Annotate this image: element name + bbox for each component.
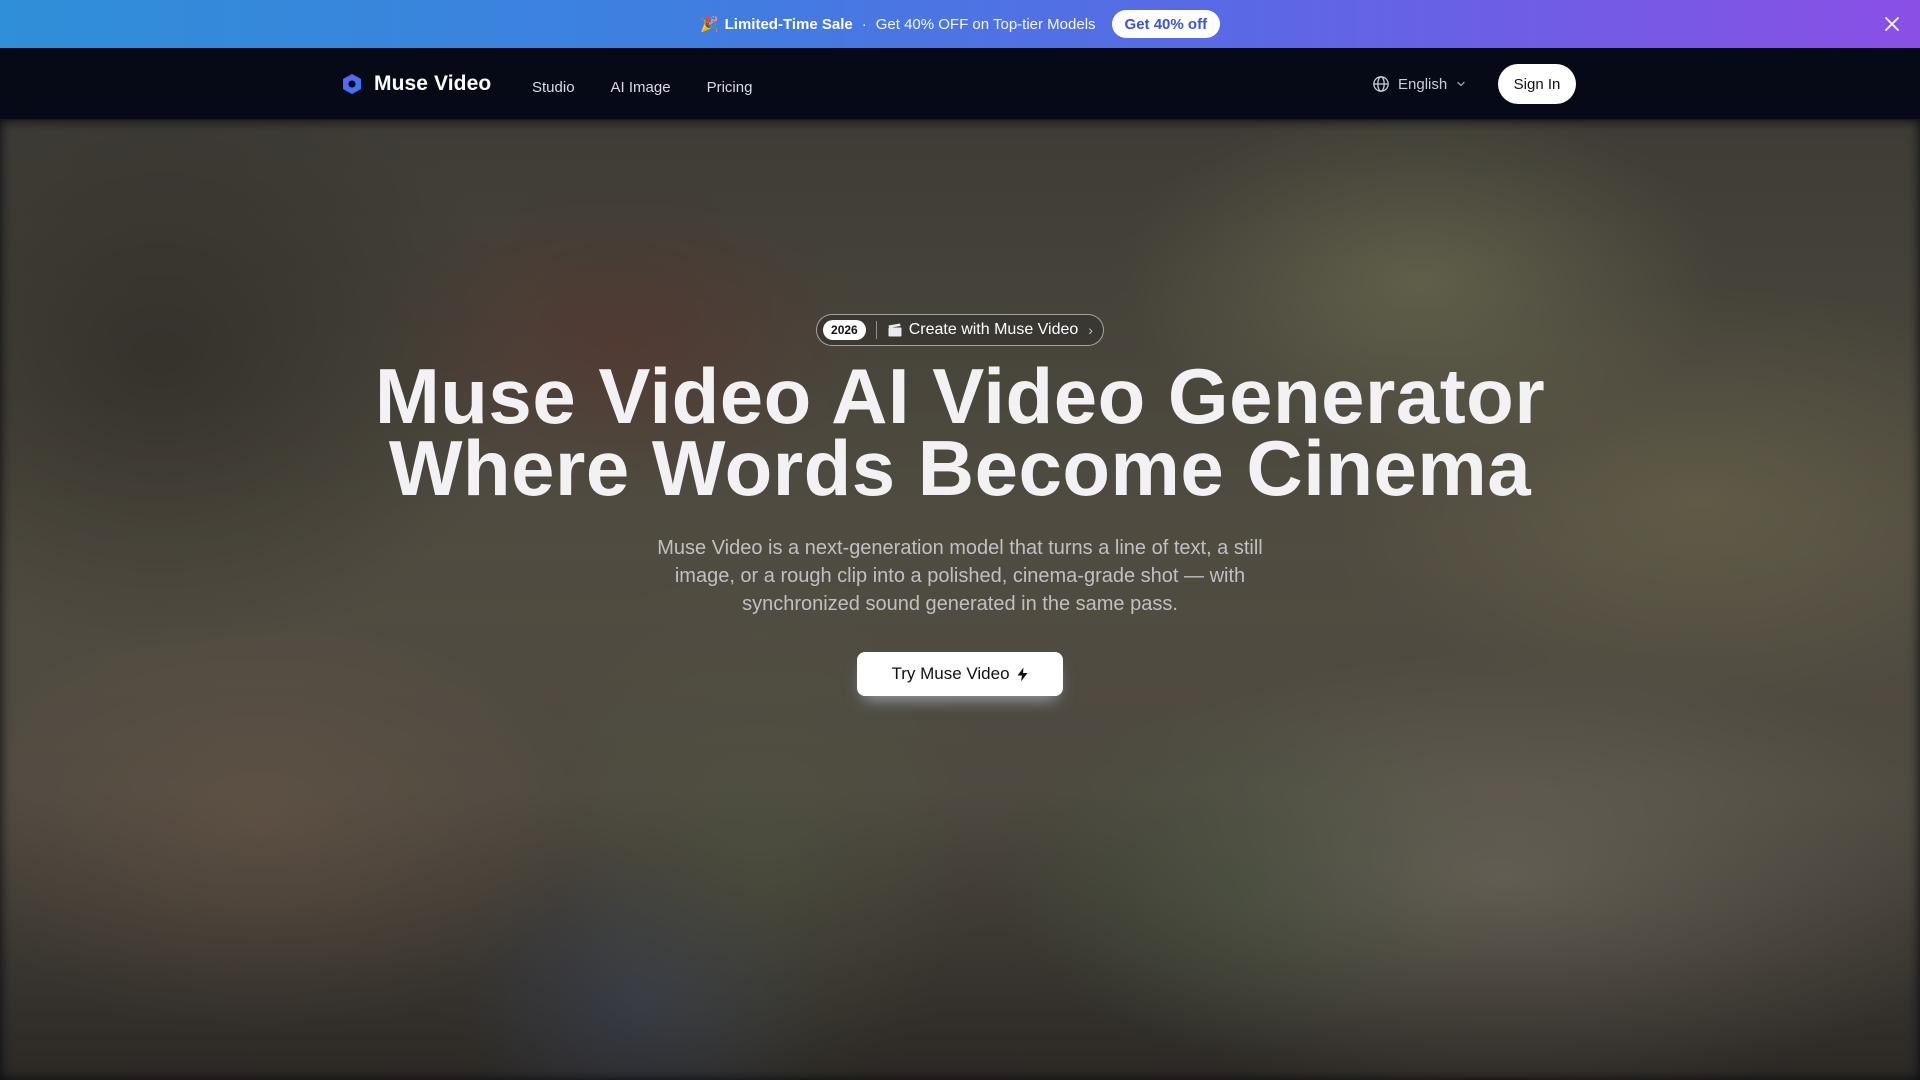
hero-title: Muse Video AI Video Generator Where Word…	[375, 357, 1545, 507]
try-muse-video-button[interactable]: Try Muse Video	[857, 652, 1063, 696]
chevron-down-icon	[1457, 81, 1465, 87]
promo-offer-text: Get 40% OFF on Top-tier Models	[875, 15, 1096, 33]
announcement-pill[interactable]: 2026 Create with Muse Video ›	[816, 314, 1104, 346]
language-selector[interactable]: English	[1372, 48, 1467, 120]
close-icon	[1885, 17, 1899, 31]
sign-in-button[interactable]: Sign In	[1498, 64, 1576, 104]
chevron-right-icon: ›	[1088, 322, 1093, 338]
nav-pricing[interactable]: Pricing	[707, 79, 753, 96]
pill-divider	[875, 321, 877, 339]
party-popper-icon: 🎉	[699, 16, 719, 33]
language-label: English	[1398, 75, 1448, 93]
hero-title-line-2: Where Words Become Cinema	[388, 424, 1532, 512]
pill-label: Create with Muse Video	[908, 321, 1079, 338]
hero-section: 2026 Create with Muse Video › Muse Video…	[0, 120, 1920, 1080]
nav-studio[interactable]: Studio	[532, 79, 575, 96]
brand-name: Muse Video	[374, 72, 492, 95]
hero-content: 2026 Create with Muse Video › Muse Video…	[0, 120, 1920, 1080]
logo-icon	[343, 74, 361, 94]
promo-title: Limited-Time Sale	[724, 15, 853, 33]
year-badge: 2026	[823, 320, 866, 340]
promo-cta-button[interactable]: Get 40% off	[1111, 10, 1221, 38]
globe-icon	[1373, 76, 1389, 92]
clapperboard-icon	[888, 323, 902, 337]
lightning-icon	[1017, 667, 1028, 681]
brand-link[interactable]: Muse Video	[340, 48, 491, 120]
nav-ai-image[interactable]: AI Image	[611, 79, 671, 96]
site-header: Muse Video Studio AI Image Pricing Engli…	[0, 48, 1920, 120]
try-button-label: Try Muse Video	[891, 664, 1010, 683]
promo-banner: 🎉 Limited-Time Sale · Get 40% OFF on Top…	[0, 0, 1920, 48]
promo-separator: ·	[861, 15, 867, 33]
main-nav: Studio AI Image Pricing	[532, 48, 752, 120]
close-banner-button[interactable]	[1878, 10, 1906, 38]
pill-label-group: Create with Muse Video	[887, 321, 1079, 339]
hero-subtitle: Muse Video is a next-generation model th…	[657, 537, 1263, 615]
